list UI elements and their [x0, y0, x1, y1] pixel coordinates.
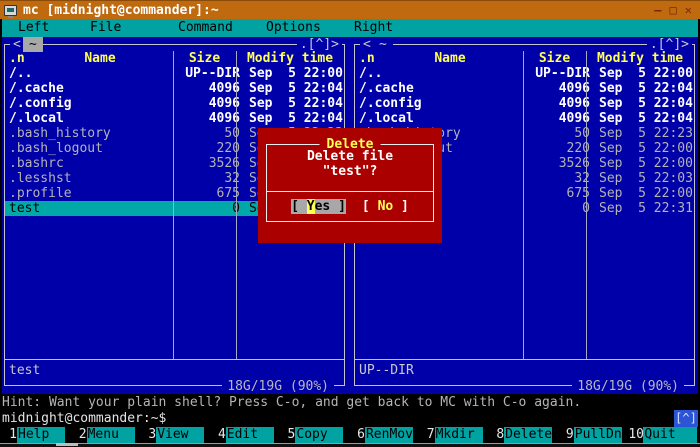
- fkey-view[interactable]: 3View: [141, 427, 211, 443]
- column-separator: [523, 51, 524, 359]
- column-mtime[interactable]: Modify time: [586, 51, 694, 66]
- function-key-bar: 1Help 2Menu 3View 4Edit 5Copy 6RenMov 7M…: [2, 427, 698, 443]
- no-hotkey: No: [378, 199, 394, 214]
- panel-history-left-icon[interactable]: <: [360, 37, 374, 52]
- column-name[interactable]: Name: [27, 51, 173, 66]
- right-free-space: 18G/19G (90%): [572, 379, 684, 394]
- file-row[interactable]: /.config4096Sep 5 22:04: [5, 96, 344, 111]
- file-row[interactable]: /..UP--DIRSep 5 22:00: [355, 66, 694, 81]
- column-size[interactable]: Size: [173, 51, 236, 66]
- yes-button[interactable]: [ Yes ]: [291, 199, 346, 214]
- mini-status-separator: [5, 359, 344, 360]
- dialog-message-line1: Delete file: [267, 149, 433, 164]
- maximize-icon[interactable]: □: [670, 3, 677, 18]
- yes-hotkey: Y: [307, 199, 315, 214]
- right-panel-header: .n Name Size Modify time: [355, 51, 694, 66]
- file-row[interactable]: /.cache4096Sep 5 22:04: [5, 81, 344, 96]
- file-row[interactable]: /.config4096Sep 5 22:04: [355, 96, 694, 111]
- fkey-delete[interactable]: 8Delete: [489, 427, 559, 443]
- delete-dialog: Delete Delete file "test"? [ Yes ] [ No …: [258, 128, 442, 243]
- column-name[interactable]: Name: [377, 51, 523, 66]
- window-title: mc [midnight@commander]:~: [23, 3, 219, 18]
- file-row[interactable]: /.local4096Sep 5 22:04: [5, 111, 344, 126]
- close-icon[interactable]: ✕: [685, 3, 692, 18]
- menu-options[interactable]: Options: [266, 20, 321, 35]
- scroll-up-indicator[interactable]: [^]: [674, 410, 698, 427]
- menu-right[interactable]: Right: [354, 20, 393, 35]
- sort-indicator[interactable]: .n: [355, 51, 377, 66]
- delete-dialog-frame: Delete Delete file "test"? [ Yes ] [ No …: [266, 144, 434, 222]
- resize-grip[interactable]: [56, 443, 78, 446]
- fkey-edit[interactable]: 4Edit: [211, 427, 281, 443]
- column-size[interactable]: Size: [523, 51, 586, 66]
- dialog-button-separator: [267, 191, 433, 192]
- no-button[interactable]: [ No ]: [362, 199, 409, 214]
- fkey-menu[interactable]: 2Menu: [72, 427, 142, 443]
- menu-command[interactable]: Command: [178, 20, 233, 35]
- column-separator: [236, 51, 237, 359]
- column-separator: [586, 51, 587, 359]
- fkey-pulldn[interactable]: 9PullDn: [559, 427, 629, 443]
- fkey-help[interactable]: 1Help: [2, 427, 72, 443]
- mini-status-separator: [355, 359, 694, 360]
- minimize-icon[interactable]: –: [654, 3, 661, 18]
- fkey-renmov[interactable]: 6RenMov: [350, 427, 420, 443]
- right-panel-path[interactable]: ~: [373, 37, 393, 52]
- left-panel-header: .n Name Size Modify time: [5, 51, 344, 66]
- fkey-mkdir[interactable]: 7Mkdir: [420, 427, 490, 443]
- panel-updir-icon[interactable]: .[^]>: [647, 37, 692, 52]
- window-bottom-border: [0, 443, 700, 447]
- fkey-quit[interactable]: 10Quit: [628, 427, 698, 443]
- fkey-copy[interactable]: 5Copy: [280, 427, 350, 443]
- sort-indicator[interactable]: .n: [5, 51, 27, 66]
- column-mtime[interactable]: Modify time: [236, 51, 344, 66]
- menu-file[interactable]: File: [90, 20, 121, 35]
- file-row[interactable]: /.cache4096Sep 5 22:04: [355, 81, 694, 96]
- dialog-message-line2: "test"?: [267, 164, 433, 179]
- file-row[interactable]: /.local4096Sep 5 22:04: [355, 111, 694, 126]
- hint-line: Hint: Want your plain shell? Press C-o, …: [2, 395, 698, 410]
- terminal-icon: [4, 5, 17, 16]
- panel-updir-icon[interactable]: .[^]>: [297, 37, 342, 52]
- terminal-window: mc [midnight@commander]:~ – □ ✕ Left Fil…: [0, 0, 700, 447]
- left-mini-status: test: [5, 363, 344, 378]
- file-row[interactable]: /..UP--DIRSep 5 22:00: [5, 66, 344, 81]
- menu-left[interactable]: Left: [18, 20, 49, 35]
- panel-history-left-icon[interactable]: <: [10, 37, 24, 52]
- column-separator: [173, 51, 174, 359]
- right-mini-status: UP--DIR: [355, 363, 694, 378]
- menu-bar: Left File Command Options Right: [2, 19, 698, 37]
- panels-area: < ~ .[^]> .n Name Size Modify time /..UP…: [2, 37, 698, 394]
- left-panel-path[interactable]: ~: [23, 37, 43, 52]
- left-free-space: 18G/19G (90%): [222, 379, 334, 394]
- title-bar[interactable]: mc [midnight@commander]:~ – □ ✕: [0, 0, 700, 19]
- shell-command-line[interactable]: midnight@commander:~$: [2, 411, 698, 427]
